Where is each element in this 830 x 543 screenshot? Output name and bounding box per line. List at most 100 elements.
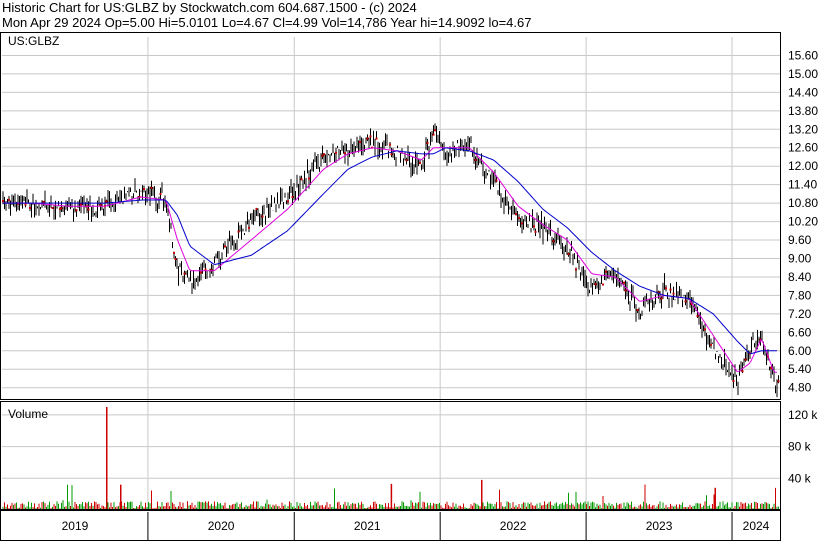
price-tick-label: 7.20 bbox=[788, 307, 812, 321]
down-close-marker bbox=[741, 370, 744, 373]
year-label: 2021 bbox=[354, 519, 381, 533]
down-close-marker bbox=[200, 271, 202, 274]
price-axis: 15.60 15.00 14.40 13.80 13.20 12.60 12.00 11.40… bbox=[788, 48, 818, 394]
price-tick-label: 14.40 bbox=[788, 85, 818, 99]
down-close-marker bbox=[143, 188, 145, 191]
down-close-marker bbox=[80, 203, 82, 206]
price-tick-label: 6.60 bbox=[788, 325, 812, 339]
volume-panel-border bbox=[0, 401, 781, 510]
year-label: 2024 bbox=[743, 519, 770, 533]
price-tick-label: 15.00 bbox=[788, 67, 818, 81]
price-tick-label: 10.20 bbox=[788, 215, 818, 229]
down-close-marker bbox=[518, 216, 520, 219]
down-close-marker bbox=[704, 328, 706, 331]
price-bars bbox=[2, 123, 780, 398]
down-close-marker bbox=[515, 213, 517, 216]
down-close-marker bbox=[732, 379, 735, 382]
down-close-marker bbox=[159, 192, 162, 195]
down-close-marker bbox=[369, 135, 372, 138]
down-close-marker bbox=[602, 283, 604, 286]
down-close-marker bbox=[672, 292, 675, 295]
down-close-marker bbox=[636, 309, 639, 312]
down-close-marker bbox=[432, 133, 435, 136]
long-moving-average bbox=[3, 147, 777, 355]
volume-axis: 120 k 80 k 40 k bbox=[788, 408, 818, 485]
down-close-marker bbox=[575, 268, 577, 271]
down-close-marker bbox=[248, 226, 250, 229]
down-close-marker bbox=[426, 141, 429, 144]
down-close-marker bbox=[75, 209, 78, 212]
down-close-marker bbox=[150, 186, 153, 189]
down-close-marker bbox=[684, 300, 687, 303]
down-close-marker bbox=[474, 159, 477, 162]
down-close-marker bbox=[335, 151, 337, 154]
price-tick-label: 12.00 bbox=[788, 159, 818, 173]
year-label: 2023 bbox=[646, 519, 673, 533]
price-panel-border bbox=[0, 32, 781, 400]
down-close-marker bbox=[605, 270, 607, 273]
down-close-marker bbox=[87, 208, 90, 211]
down-close-marker bbox=[291, 196, 294, 199]
time-axis: 2019 2020 2021 2022 2023 2024 bbox=[62, 519, 770, 533]
down-close-marker bbox=[495, 179, 498, 182]
down-close-marker bbox=[389, 143, 391, 146]
year-label: 2019 bbox=[62, 519, 89, 533]
down-close-marker bbox=[224, 245, 226, 248]
down-close-marker bbox=[669, 288, 672, 291]
price-tick-label: 12.60 bbox=[788, 141, 818, 155]
chart-canvas: 15.60 15.00 14.40 13.80 13.20 12.60 12.00 11.40… bbox=[0, 32, 818, 541]
down-close-marker bbox=[308, 177, 310, 180]
down-close-marker bbox=[204, 268, 207, 271]
down-close-marker bbox=[344, 152, 346, 155]
down-close-marker bbox=[567, 253, 570, 256]
down-close-marker bbox=[174, 258, 177, 261]
price-tick-label: 13.80 bbox=[788, 104, 818, 118]
down-close-marker bbox=[366, 137, 369, 140]
down-close-marker bbox=[552, 240, 555, 243]
down-close-marker bbox=[105, 200, 108, 203]
year-label: 2022 bbox=[500, 519, 527, 533]
down-close-marker bbox=[744, 358, 747, 361]
year-label: 2020 bbox=[208, 519, 235, 533]
down-close-marker bbox=[390, 153, 393, 156]
down-close-marker bbox=[173, 251, 175, 254]
down-close-marker bbox=[183, 272, 186, 275]
down-close-marker bbox=[42, 200, 45, 203]
price-tick-label: 5.40 bbox=[788, 362, 812, 376]
symbol-label: US:GLBZ bbox=[8, 34, 59, 48]
down-close-marker bbox=[24, 203, 27, 206]
down-close-marker bbox=[323, 153, 325, 156]
down-close-marker bbox=[696, 315, 699, 318]
down-close-marker bbox=[60, 207, 63, 210]
down-close-marker bbox=[665, 287, 667, 290]
price-tick-label: 13.20 bbox=[788, 122, 818, 136]
price-tick-label: 11.40 bbox=[788, 178, 817, 192]
down-close-marker bbox=[594, 283, 597, 286]
down-close-marker bbox=[300, 178, 303, 181]
down-close-marker bbox=[777, 380, 780, 383]
price-tick-label: 7.80 bbox=[788, 288, 812, 302]
down-close-marker bbox=[623, 281, 625, 284]
down-close-marker bbox=[521, 222, 523, 225]
down-close-marker bbox=[51, 207, 54, 210]
price-tick-label: 9.60 bbox=[788, 233, 812, 247]
volume-tick-label: 40 k bbox=[788, 471, 812, 485]
grid bbox=[2, 37, 780, 510]
down-close-marker bbox=[710, 343, 712, 346]
down-close-marker bbox=[660, 297, 663, 300]
price-tick-label: 4.80 bbox=[788, 381, 812, 395]
down-close-marker bbox=[255, 207, 258, 210]
down-close-marker bbox=[533, 225, 535, 228]
price-tick-label: 10.80 bbox=[788, 196, 818, 210]
volume-tick-label: 80 k bbox=[788, 440, 812, 454]
volume-label: Volume bbox=[8, 407, 48, 421]
short-moving-average bbox=[3, 147, 777, 373]
down-close-marker bbox=[287, 200, 289, 203]
down-close-marker bbox=[29, 206, 31, 209]
down-close-marker bbox=[375, 137, 378, 140]
price-tick-label: 8.40 bbox=[788, 270, 812, 284]
volume-tick-label: 120 k bbox=[788, 408, 818, 422]
price-tick-label: 15.60 bbox=[788, 48, 818, 62]
moving-averages bbox=[3, 147, 777, 373]
down-close-marker bbox=[2, 200, 4, 203]
